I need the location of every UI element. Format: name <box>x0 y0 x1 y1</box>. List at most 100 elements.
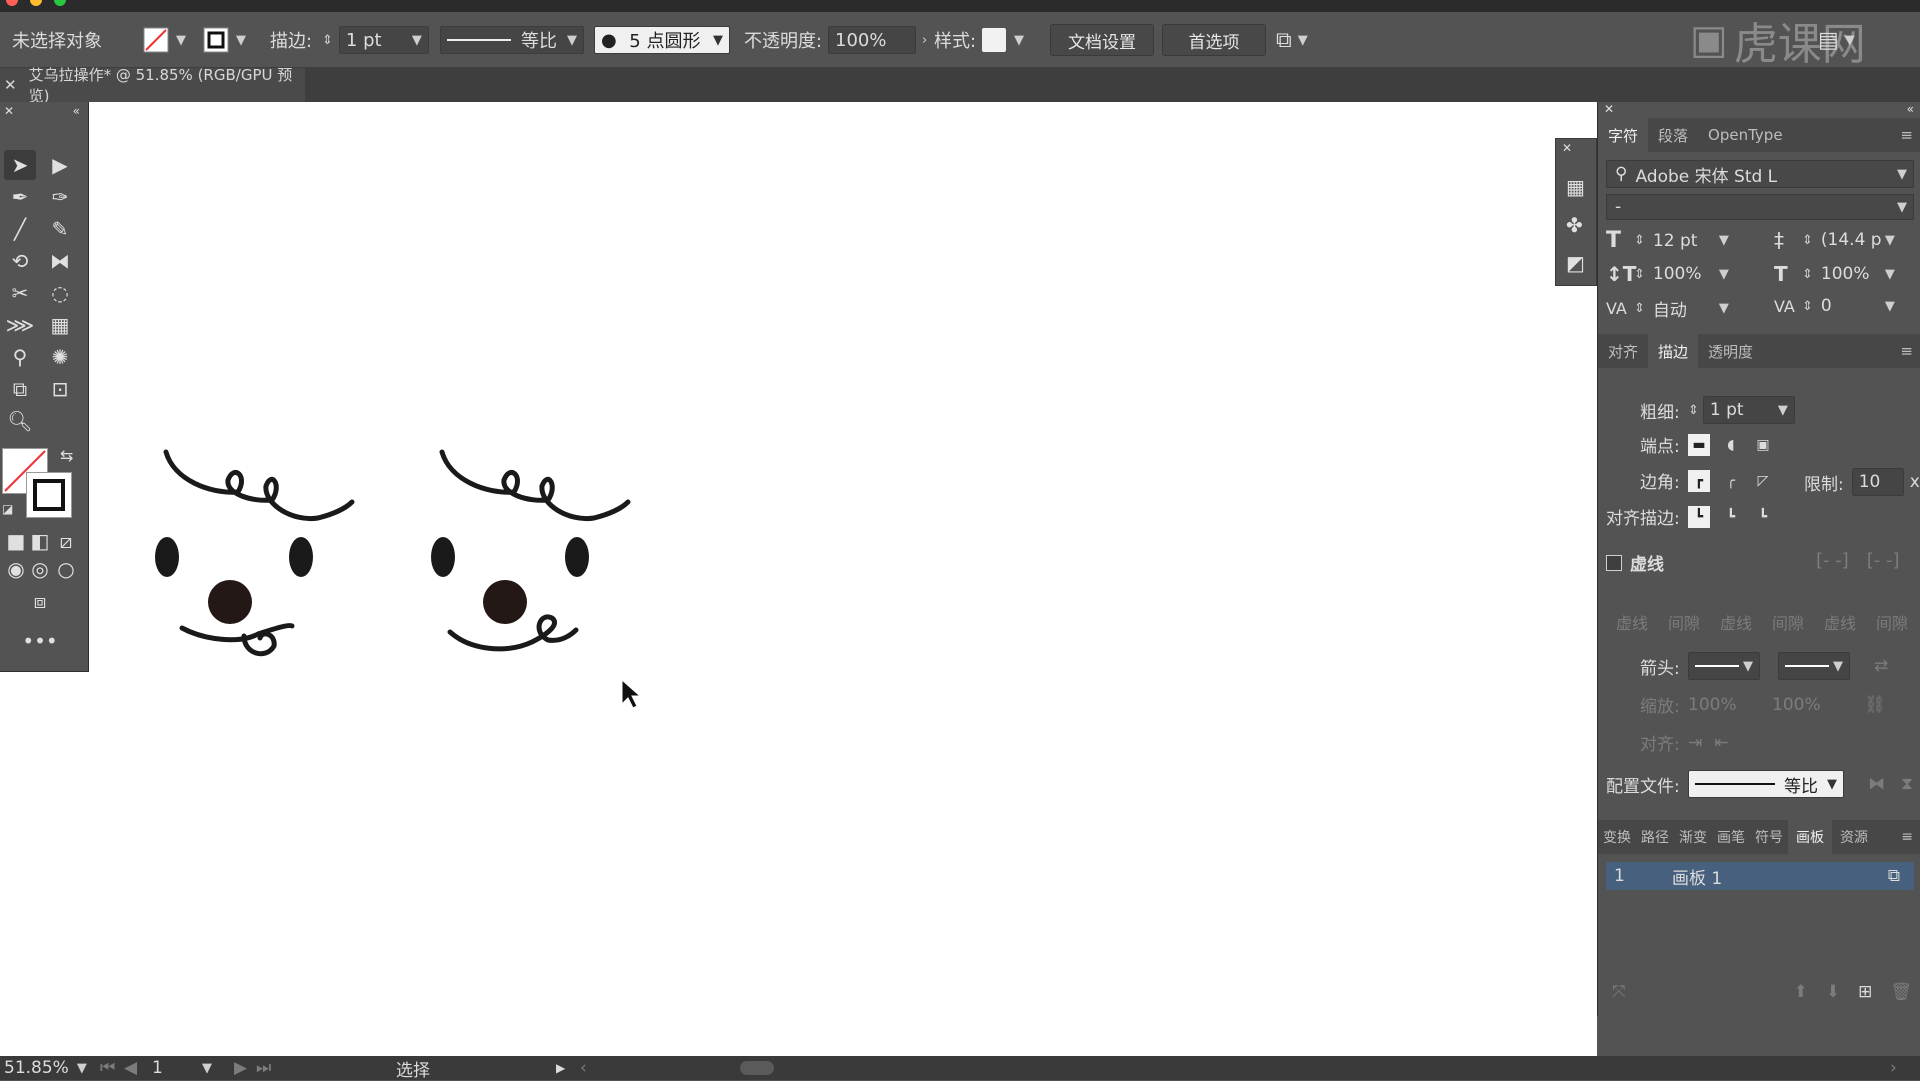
flip-along-icon[interactable]: ⧓ <box>1868 774 1885 794</box>
dash-preset-exact-icon[interactable]: [- -] <box>1816 550 1849 571</box>
chevron-down-icon[interactable]: ▼ <box>1778 403 1788 418</box>
close-panel-icon[interactable]: ✕ <box>1562 141 1572 155</box>
document-tab[interactable]: ✕ 艾乌拉操作* @ 51.85% (RGB/GPU 预览) <box>0 66 305 105</box>
dash-3-label[interactable]: 虚线 <box>1814 610 1866 634</box>
graphic-style-swatch[interactable]: ▼ <box>982 12 1024 68</box>
gap-1-label[interactable]: 间隙 <box>1658 610 1710 634</box>
chevron-down-icon[interactable]: ▼ <box>1833 659 1843 674</box>
chevron-down-icon[interactable]: ▼ <box>1014 33 1024 48</box>
tab-align[interactable]: 对齐 <box>1598 334 1648 368</box>
rearrange-artboards-icon[interactable]: ⤧ <box>1612 982 1626 1002</box>
eyedropper-tool-icon[interactable]: ⚲ <box>4 342 36 372</box>
zoom-field[interactable]: 51.85% ▼ <box>4 1056 87 1080</box>
butt-cap-icon[interactable]: ▬ <box>1688 433 1710 456</box>
bevel-join-icon[interactable]: ◸ <box>1752 470 1774 492</box>
stroke-weight-input[interactable]: 1 pt ▼ <box>1702 396 1795 424</box>
tab-transform[interactable]: 变换 <box>1598 820 1636 854</box>
chevron-down-icon[interactable]: ▼ <box>202 1061 212 1076</box>
none-mode-icon[interactable]: ⧄ <box>50 526 82 556</box>
screen-mode-icon[interactable]: ⧈ <box>24 586 56 616</box>
stepper-icon[interactable]: ⇕ <box>1634 233 1645 248</box>
artboard-number-field[interactable]: 1 ▼ <box>152 1056 212 1080</box>
stroke-swatch[interactable]: ▼ <box>202 12 246 68</box>
color-guide-icon[interactable]: ✤ <box>1566 213 1583 237</box>
draw-inside-icon[interactable]: ○ <box>50 554 82 584</box>
chevron-down-icon[interactable]: ▼ <box>236 33 246 48</box>
horizontal-scale-field[interactable]: T ⇕ 100% ▼ <box>1774 262 1895 286</box>
tab-character[interactable]: 字符 <box>1598 118 1649 152</box>
tab-symbols[interactable]: 符号 <box>1750 820 1788 854</box>
arrow-extend-icon[interactable]: ⇥ <box>1688 733 1702 753</box>
libraries-icon[interactable]: ▦ <box>1566 175 1585 199</box>
variable-width-profile[interactable]: 等比 ▼ <box>440 12 584 68</box>
swap-arrows-icon[interactable]: ⇄ <box>1874 656 1888 676</box>
close-panel-icon[interactable]: ✕ <box>4 104 14 118</box>
align-outside-icon[interactable]: ┗ <box>1752 506 1774 528</box>
panel-menu-icon[interactable]: ≡ <box>1900 126 1920 144</box>
selection-tool-icon[interactable]: ➤ <box>4 150 36 180</box>
panel-menu-icon[interactable]: ≡ <box>1900 342 1920 360</box>
transparency-icon[interactable]: ◩ <box>1566 251 1585 275</box>
chevron-down-icon[interactable]: ▼ <box>1885 299 1895 314</box>
artboard-options-icon[interactable]: ⧉ <box>1888 866 1900 886</box>
kerning-field[interactable]: VA ⇕ 自动 ▼ <box>1606 296 1729 321</box>
tab-pathfinder[interactable]: 路径 <box>1636 820 1674 854</box>
tab-gradient[interactable]: 渐变 <box>1674 820 1712 854</box>
link-scale-icon[interactable]: ⛓ <box>1864 695 1886 715</box>
direct-selection-tool-icon[interactable]: ▶ <box>44 150 76 180</box>
horizontal-scrollbar-thumb[interactable] <box>740 1061 774 1075</box>
tab-brushes[interactable]: 画笔 <box>1712 820 1750 854</box>
tab-transparency[interactable]: 透明度 <box>1698 334 1763 368</box>
chevron-down-icon[interactable]: ▼ <box>412 33 422 48</box>
collapse-panel-icon[interactable]: « <box>1907 102 1914 116</box>
next-artboard-icon[interactable]: ▶ <box>234 1056 247 1080</box>
chevron-down-icon[interactable]: ▼ <box>1845 33 1855 48</box>
stepper-icon[interactable]: ⇕ <box>1634 301 1645 316</box>
curvature-tool-icon[interactable]: ✑ <box>44 182 76 212</box>
stepper-icon[interactable]: ⇕ <box>1802 299 1813 314</box>
font-style-field[interactable]: - ▼ <box>1606 194 1914 220</box>
tracking-field[interactable]: VA ⇕ 0 ▼ <box>1774 296 1895 316</box>
chevron-down-icon[interactable]: ▼ <box>1885 233 1895 248</box>
chevron-right-icon[interactable]: › <box>922 33 927 48</box>
dash-2-label[interactable]: 虚线 <box>1710 610 1762 634</box>
symbol-sprayer-tool-icon[interactable]: ✺ <box>44 342 76 372</box>
limit-input[interactable]: 10 <box>1851 468 1904 496</box>
artboard-canvas[interactable] <box>0 102 1597 1056</box>
chevron-down-icon[interactable]: ▼ <box>77 1061 87 1076</box>
chevron-down-icon[interactable]: ▼ <box>1827 777 1837 792</box>
projecting-cap-icon[interactable]: ▣ <box>1752 434 1774 456</box>
stroke-color-icon[interactable] <box>26 472 72 518</box>
dash-1-label[interactable]: 虚线 <box>1606 610 1658 634</box>
start-arrow-select[interactable]: ▼ <box>1688 652 1760 680</box>
rotate-tool-icon[interactable]: ⟲ <box>4 246 36 276</box>
chevron-down-icon[interactable]: ▼ <box>713 33 723 48</box>
lasso-tool-icon[interactable]: ◌ <box>44 278 76 308</box>
end-scale-value[interactable]: 100% <box>1772 695 1856 715</box>
chevron-down-icon[interactable]: ▼ <box>1885 267 1895 282</box>
dashed-line-checkbox[interactable] <box>1606 554 1622 571</box>
fill-swatch[interactable]: ▼ <box>142 12 186 68</box>
stepper-icon[interactable]: ⇕ <box>322 33 333 48</box>
scissors-tool-icon[interactable]: ✂ <box>4 278 36 308</box>
arrow-place-icon[interactable]: ⇤ <box>1714 733 1728 753</box>
width-tool-icon[interactable]: ⋙ <box>4 310 36 340</box>
close-window-icon[interactable] <box>6 0 18 6</box>
font-size-field[interactable]: T ⇕ 12 pt ▼ <box>1606 228 1729 253</box>
delete-artboard-icon[interactable]: 🗑︎ <box>1890 982 1912 1002</box>
chevron-down-icon[interactable]: ▼ <box>1719 233 1729 248</box>
end-arrow-select[interactable]: ▼ <box>1778 652 1850 680</box>
shape-builder-tool-icon[interactable]: ⧉ <box>4 374 36 404</box>
stepper-icon[interactable]: ⇕ <box>1688 403 1699 418</box>
chevron-down-icon[interactable]: ▼ <box>567 33 577 48</box>
dash-preset-align-icon[interactable]: [- -] <box>1867 550 1900 571</box>
font-family-field[interactable]: ⚲ Adobe 宋体 Std L ▼ <box>1606 160 1914 188</box>
stroke-weight-field[interactable]: ⇕ 1 pt ▼ <box>322 12 429 68</box>
scroll-right-icon[interactable]: › <box>1890 1056 1897 1080</box>
chevron-down-icon[interactable]: ▼ <box>1298 33 1308 48</box>
leading-field[interactable]: ‡ ⇕ (14.4 p ▼ <box>1774 228 1895 252</box>
pen-tool-icon[interactable]: ✒ <box>4 182 36 212</box>
close-tab-icon[interactable]: ✕ <box>4 76 17 94</box>
status-menu-icon[interactable]: ▶ <box>556 1056 565 1080</box>
chevron-down-icon[interactable]: ▼ <box>1719 301 1729 316</box>
